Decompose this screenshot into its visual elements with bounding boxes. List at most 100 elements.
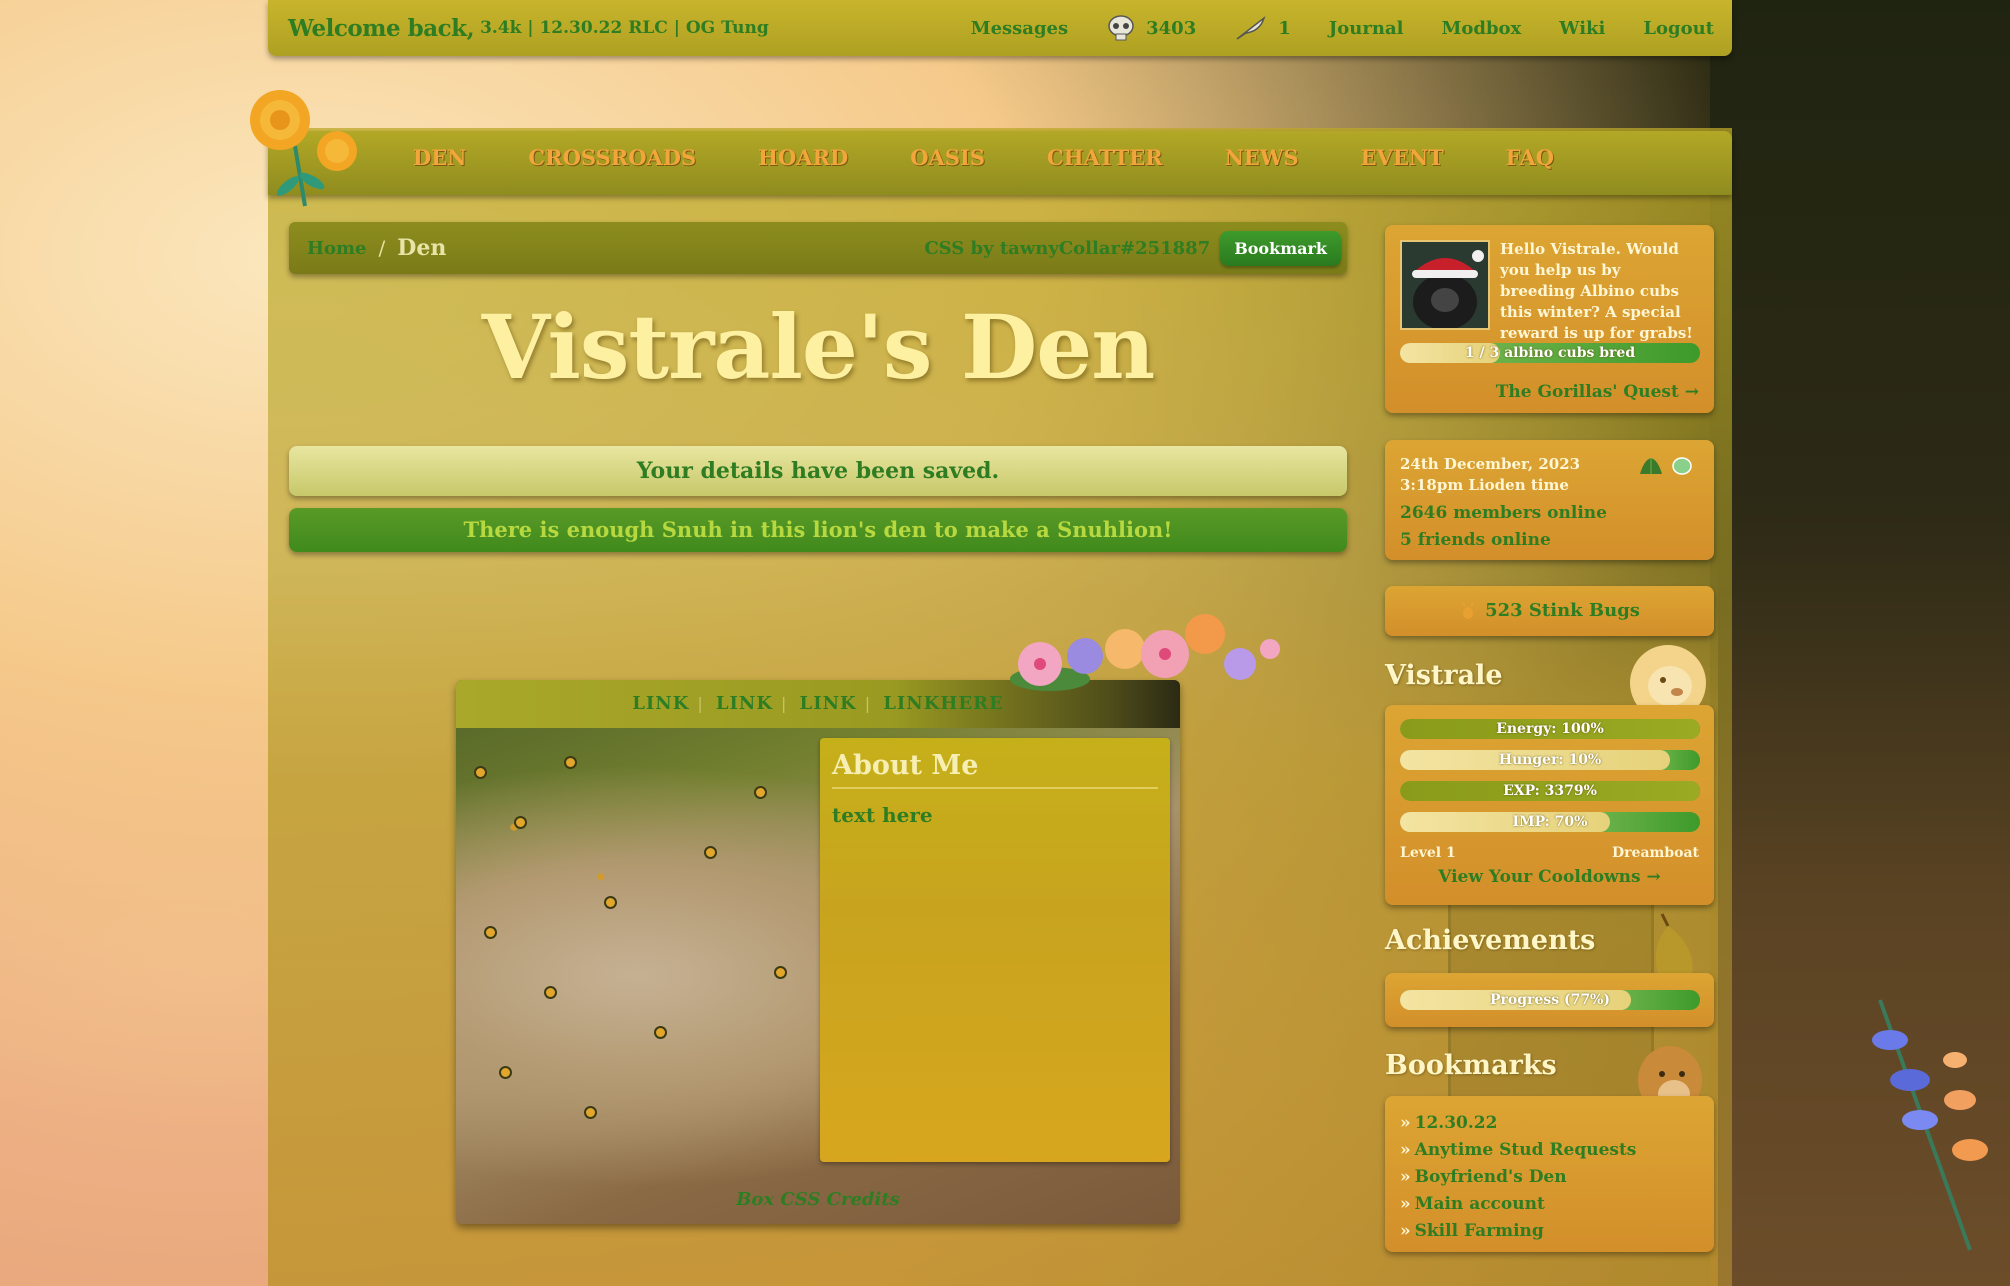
- bookmark-item[interactable]: » Boyfriend's Den: [1400, 1164, 1636, 1191]
- cooldowns-link[interactable]: View Your Cooldowns →: [1385, 867, 1714, 887]
- marigold-logo[interactable]: [240, 86, 360, 211]
- flower-dot: [476, 768, 485, 777]
- quest-link[interactable]: The Gorillas' Quest →: [1496, 382, 1699, 402]
- link-divider: |: [781, 694, 787, 713]
- bookmark-button[interactable]: Bookmark: [1220, 230, 1341, 266]
- energy-bar: Energy: 100%: [1400, 719, 1700, 739]
- bookmark-label: Anytime Stud Requests: [1414, 1140, 1637, 1160]
- breadcrumb-separator: /: [378, 236, 386, 260]
- nav-news[interactable]: NEWS: [1225, 145, 1299, 170]
- journal-link[interactable]: Journal: [1329, 18, 1404, 39]
- leaf-icon[interactable]: [1670, 456, 1694, 476]
- link-divider: |: [697, 694, 703, 713]
- members-online-link[interactable]: 2646 members online: [1400, 500, 1607, 527]
- top-nav: Messages 3403 1 Journal Modbox Wiki Logo…: [933, 15, 1714, 41]
- flower-dot: [706, 848, 715, 857]
- flower-dot: [546, 988, 555, 997]
- nav-items: DEN CROSSROADS HOARD OASIS CHATTER NEWS …: [413, 145, 1616, 170]
- bookmark-label: 12.30.22: [1414, 1113, 1498, 1133]
- flower-dot: [606, 898, 615, 907]
- box-link[interactable]: LINK: [716, 693, 773, 714]
- exp-label: EXP: 3379%: [1503, 783, 1597, 799]
- bookmark-label: Boyfriend's Den: [1414, 1167, 1567, 1187]
- bookmark-label: Skill Farming: [1414, 1221, 1544, 1241]
- box-css-credits[interactable]: Box CSS Credits: [456, 1189, 1180, 1210]
- bookmarks-title: Bookmarks: [1385, 1050, 1557, 1081]
- skull-counter[interactable]: 3403: [1106, 15, 1196, 41]
- bullet: »: [1400, 1113, 1411, 1133]
- bookmark-item[interactable]: » Main account: [1400, 1191, 1636, 1218]
- friends-online-link[interactable]: 5 friends online: [1400, 527, 1607, 554]
- main-nav: DEN CROSSROADS HOARD OASIS CHATTER NEWS …: [268, 131, 1732, 195]
- nav-chatter[interactable]: CHATTER: [1047, 145, 1163, 170]
- hunger-label: Hunger: 10%: [1498, 752, 1602, 768]
- nav-hoard[interactable]: HOARD: [758, 145, 848, 170]
- achievements-panel: Progress (77%): [1385, 973, 1714, 1027]
- exp-bar: EXP: 3379%: [1400, 781, 1700, 801]
- achievements-title[interactable]: Achievements: [1385, 925, 1595, 956]
- feather-counter[interactable]: 1: [1234, 15, 1291, 41]
- flower-dot: [516, 818, 525, 827]
- lion-stats-panel: Energy: 100% Hunger: 10% EXP: 3379% IMP:…: [1385, 705, 1714, 905]
- stink-bug-icon: [1462, 602, 1474, 619]
- welcome-username[interactable]: 3.4k | 12.30.22 RLC | OG Tung: [480, 18, 769, 38]
- lioden-date: 24th December, 2023 3:18pm Lioden time: [1400, 454, 1580, 496]
- box-link[interactable]: LINK: [800, 693, 857, 714]
- bookmark-label: Main account: [1414, 1194, 1545, 1214]
- bookmark-item[interactable]: » Anytime Stud Requests: [1400, 1137, 1636, 1164]
- quest-panel: Hello Vistrale. Would you help us by bre…: [1385, 225, 1714, 413]
- flower-dot: [566, 758, 575, 767]
- quest-progress-bar: 1 / 3 albino cubs bred: [1400, 343, 1700, 363]
- lion-rank: Dreamboat: [1612, 845, 1699, 861]
- welcome-text: Welcome back,: [288, 14, 475, 42]
- bookmark-item[interactable]: » 12.30.22: [1400, 1110, 1636, 1137]
- box-link[interactable]: LINKHERE: [883, 693, 1004, 714]
- breadcrumb-home[interactable]: Home: [307, 238, 367, 259]
- bullet: »: [1400, 1140, 1411, 1160]
- nav-crossroads[interactable]: CROSSROADS: [528, 145, 696, 170]
- flower-dot: [756, 788, 765, 797]
- lion-name[interactable]: Vistrale: [1385, 660, 1503, 691]
- nav-oasis[interactable]: OASIS: [910, 145, 985, 170]
- nav-den[interactable]: DEN: [413, 145, 466, 170]
- flower-dot: [501, 1068, 510, 1077]
- gorilla-avatar[interactable]: [1400, 240, 1490, 330]
- skull-count: 3403: [1146, 17, 1197, 39]
- date-text: 24th December, 2023: [1400, 455, 1581, 473]
- flower-dot: [586, 1108, 595, 1117]
- bookmarks-panel: » 12.30.22 » Anytime Stud Requests » Boyfri…: [1385, 1096, 1714, 1252]
- stink-bugs-count[interactable]: 523 Stink Bugs: [1485, 600, 1640, 621]
- feather-icon: [1236, 15, 1266, 40]
- lion-level: Level 1: [1400, 845, 1456, 861]
- about-me-panel: About Me text here: [820, 738, 1170, 1162]
- online-counts: 2646 members online 5 friends online: [1400, 500, 1607, 554]
- page-title: Vistrale's Den: [481, 295, 1156, 399]
- logout-link[interactable]: Logout: [1643, 18, 1714, 39]
- modbox-link[interactable]: Modbox: [1441, 18, 1521, 39]
- about-box: LINK | LINK | LINK | LINKHERE About Me text…: [456, 680, 1180, 1224]
- css-credit-link[interactable]: CSS by tawnyCollar#251887: [924, 238, 1210, 259]
- about-me-text: text here: [832, 803, 933, 827]
- saved-notice: Your details have been saved.: [289, 446, 1347, 496]
- nav-event[interactable]: EVENT: [1361, 145, 1444, 170]
- bookmark-item[interactable]: » Skill Farming: [1400, 1218, 1636, 1245]
- top-bar: Welcome back, 3.4k | 12.30.22 RLC | OG T…: [268, 0, 1732, 56]
- imp-label: IMP: 70%: [1512, 814, 1588, 830]
- nav-faq[interactable]: FAQ: [1506, 145, 1554, 170]
- wiki-link[interactable]: Wiki: [1559, 18, 1605, 39]
- bullet: »: [1400, 1221, 1411, 1241]
- hunger-bar: Hunger: 10%: [1400, 750, 1700, 770]
- box-link[interactable]: LINK: [632, 693, 689, 714]
- skull-icon: [1108, 15, 1134, 41]
- messages-link[interactable]: Messages: [971, 18, 1068, 39]
- quest-progress-label: 1 / 3 albino cubs bred: [1464, 345, 1636, 361]
- feather-count: 1: [1278, 17, 1291, 39]
- flower-dot: [776, 968, 785, 977]
- iris-decoration: [1872, 999, 1988, 1251]
- achievements-progress-label: Progress (77%): [1490, 992, 1610, 1008]
- flower-dot: [486, 928, 495, 937]
- lion-level-row: Level 1 Dreamboat: [1400, 845, 1699, 861]
- stink-bugs-panel: 523 Stink Bugs: [1385, 586, 1714, 636]
- quest-text: Hello Vistrale. Would you help us by bre…: [1500, 240, 1693, 342]
- plant-icon[interactable]: [1638, 456, 1664, 476]
